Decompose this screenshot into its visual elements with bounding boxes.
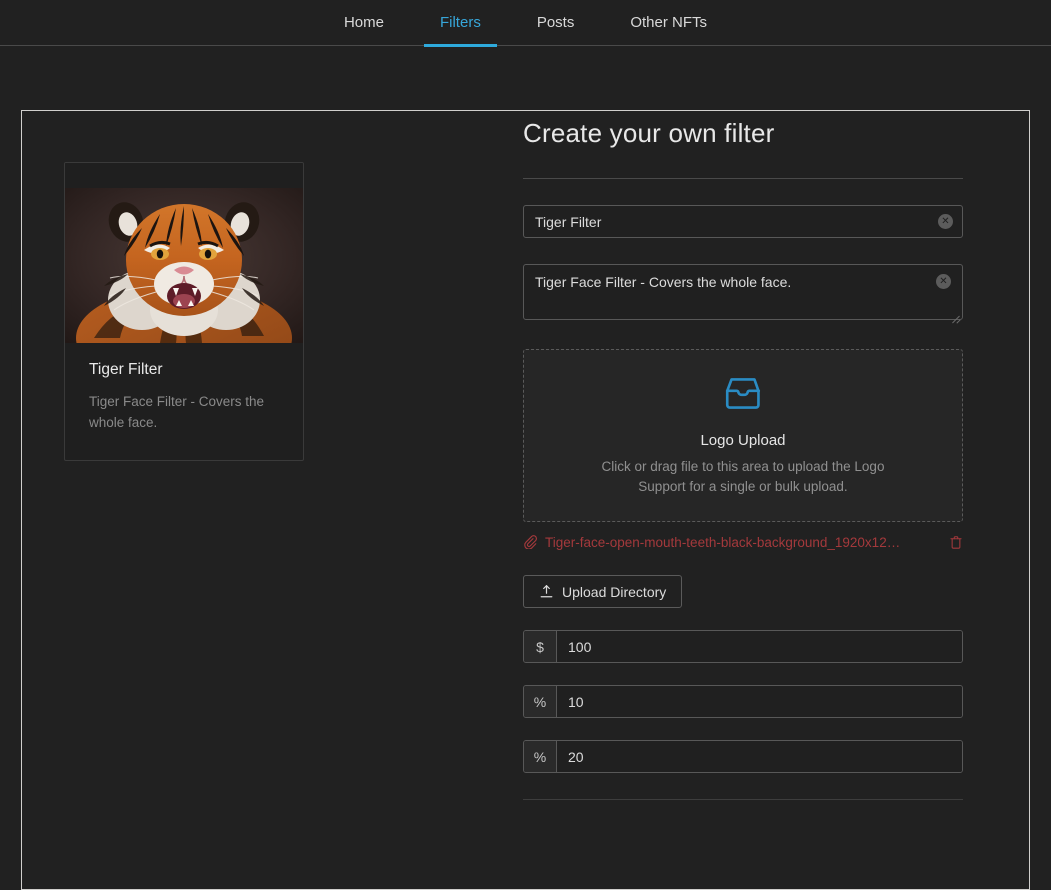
paperclip-icon: [523, 535, 545, 549]
nav-item-label: Other NFTs: [630, 14, 708, 31]
upload-directory-button[interactable]: Upload Directory: [523, 575, 683, 608]
filter-name-field: ✕: [523, 205, 963, 238]
uploaded-file-name[interactable]: Tiger-face-open-mouth-teeth-black-backgr…: [545, 535, 941, 550]
price-addon-label: $: [524, 631, 557, 662]
nav-item-label: Home: [343, 14, 384, 31]
create-filter-form: Create your own filter ✕ Tiger Face Filt…: [523, 60, 963, 800]
tiger-photo-icon: [65, 188, 303, 343]
royalty-addon-label: %: [524, 686, 557, 717]
upload-icon: [540, 585, 553, 598]
dragger-title: Logo Upload: [700, 432, 786, 449]
commission-field: %: [523, 740, 963, 773]
dragger-hint-line2: Support for a single or bulk upload.: [638, 479, 848, 494]
logo-upload-dragger[interactable]: Logo Upload Click or drag file to this a…: [523, 349, 963, 522]
filter-description-textarea[interactable]: Tiger Face Filter - Covers the whole fac…: [523, 264, 963, 320]
commission-addon-label: %: [524, 741, 557, 772]
price-field: $: [523, 630, 963, 663]
card-description: Tiger Face Filter - Covers the whole fac…: [89, 394, 265, 430]
top-navigation-bar: Home Filters Posts Other NFTs: [0, 0, 1051, 47]
upload-directory-label: Upload Directory: [562, 583, 667, 600]
bottom-divider: [523, 799, 963, 800]
nav-item-filters[interactable]: Filters: [422, 0, 499, 47]
price-input[interactable]: [557, 631, 962, 662]
dragger-hint-line1: Click or drag file to this area to uploa…: [601, 459, 885, 474]
trash-icon[interactable]: [941, 535, 963, 550]
nav-item-posts[interactable]: Posts: [519, 0, 593, 46]
royalty-input[interactable]: [557, 686, 962, 717]
nav-item-label: Posts: [536, 14, 575, 31]
close-circle-icon[interactable]: ✕: [938, 214, 953, 229]
nav-item-label: Filters: [439, 14, 481, 31]
page-title: Create your own filter: [523, 118, 775, 148]
royalty-field: %: [523, 685, 963, 718]
inbox-icon: [725, 378, 761, 409]
card-cover-image: [65, 188, 303, 343]
card-header-strip: [65, 163, 303, 188]
commission-input[interactable]: [557, 741, 962, 772]
nav-items: Home Filters Posts Other NFTs: [316, 0, 735, 47]
close-circle-icon[interactable]: ✕: [936, 274, 951, 289]
uploaded-file-row: Tiger-face-open-mouth-teeth-black-backgr…: [523, 531, 963, 553]
nav-item-other-nfts[interactable]: Other NFTs: [612, 0, 725, 46]
card-body: Tiger Filter Tiger Face Filter - Covers …: [65, 343, 303, 433]
filter-name-input[interactable]: [523, 205, 963, 238]
filter-description-field: Tiger Face Filter - Covers the whole fac…: [523, 264, 963, 325]
title-divider: [523, 178, 963, 179]
nav-item-home[interactable]: Home: [326, 0, 402, 46]
card-title: Tiger Filter: [89, 361, 163, 378]
filter-preview-card[interactable]: Tiger Filter Tiger Face Filter - Covers …: [64, 162, 304, 461]
